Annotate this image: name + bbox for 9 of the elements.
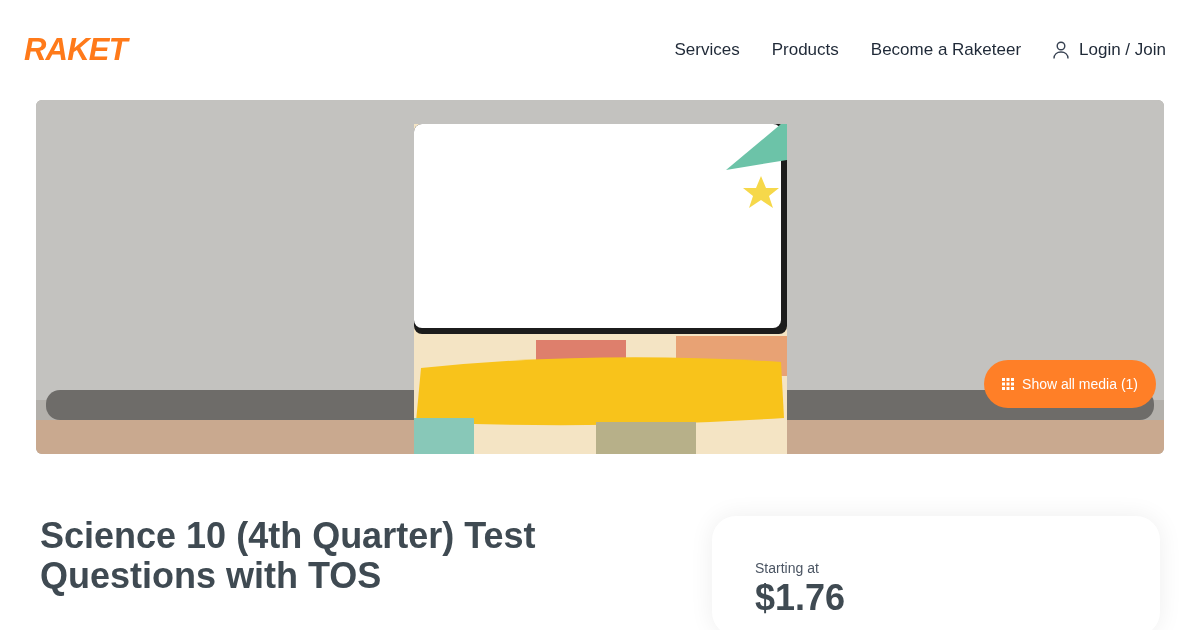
nav-link[interactable]: Services bbox=[674, 37, 740, 63]
price-label: Starting at bbox=[755, 559, 820, 578]
price: $1.76 bbox=[755, 579, 847, 617]
nav-link[interactable]: Become a Raketeer bbox=[870, 37, 1022, 63]
grid-icon bbox=[1002, 378, 1015, 390]
user-icon bbox=[1053, 41, 1070, 59]
nav-link[interactable]: Products bbox=[771, 37, 839, 63]
login-link[interactable]: Login / Join bbox=[1053, 37, 1166, 63]
product-title: Science 10 (4th Quarter) Test Questions with TOS bbox=[40, 516, 537, 598]
